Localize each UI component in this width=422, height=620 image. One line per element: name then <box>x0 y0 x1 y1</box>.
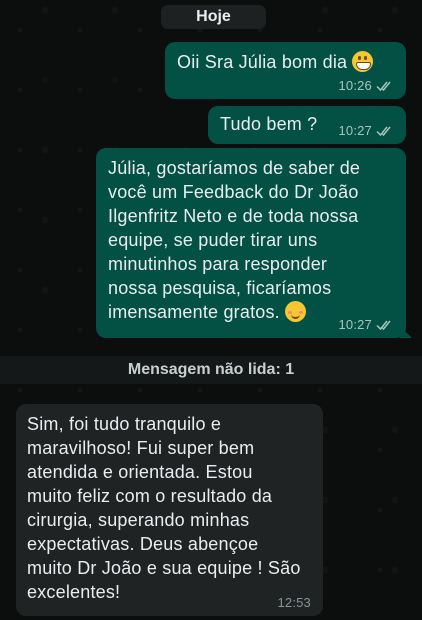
message-bubble-incoming[interactable]: Sim, foi tudo tranquilo e maravilhoso! F… <box>16 404 323 616</box>
double-check-icon <box>376 320 391 331</box>
message-text: Tudo bem ? <box>220 114 318 134</box>
message-meta: 10:27 <box>338 124 394 138</box>
message-bubble-outgoing[interactable]: Oii Sra Júlia bom dia 10:26 <box>165 42 406 99</box>
message-time: 12:53 <box>277 595 311 610</box>
smiling-face-icon <box>285 301 307 322</box>
message-time: 10:27 <box>338 123 372 138</box>
message-text: Oii Sra Júlia bom dia <box>177 52 348 72</box>
message-time: 10:27 <box>338 317 372 332</box>
message-time: 10:26 <box>338 78 372 93</box>
message-text: Júlia, gostaríamos de saber de você um F… <box>108 158 361 322</box>
unread-messages-divider: Mensagem não lida: 1 <box>0 356 422 384</box>
message-text: Sim, foi tudo tranquilo e maravilhoso! F… <box>27 414 301 602</box>
message-meta: 10:26 <box>338 79 394 93</box>
message-meta: 12:53 <box>277 596 311 610</box>
message-bubble-outgoing[interactable]: Júlia, gostaríamos de saber de você um F… <box>96 148 412 338</box>
date-separator: Hoje <box>161 5 266 29</box>
double-check-icon <box>376 81 391 92</box>
message-meta: 10:27 <box>338 318 394 332</box>
message-bubble-outgoing[interactable]: Tudo bem ? 10:27 <box>208 106 406 144</box>
grinning-face-icon <box>352 51 374 72</box>
double-check-icon <box>376 126 391 137</box>
